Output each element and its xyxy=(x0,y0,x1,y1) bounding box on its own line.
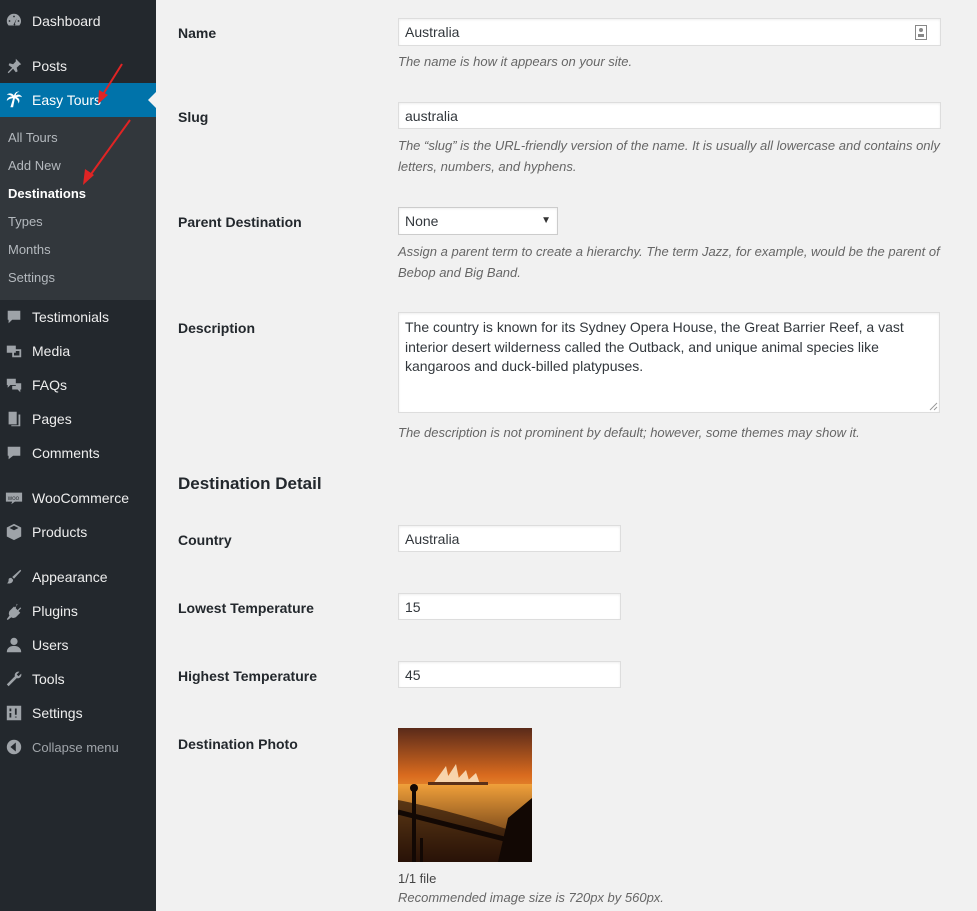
comments-icon xyxy=(5,444,23,462)
menu-label: Testimonials xyxy=(32,309,110,325)
destination-photo-thumbnail[interactable] xyxy=(398,728,532,862)
name-input-value: Australia xyxy=(405,24,460,40)
comment-icon xyxy=(5,308,23,326)
collapse-icon xyxy=(5,738,23,756)
destination-detail-heading: Destination Detail xyxy=(178,474,322,493)
slug-input-value: australia xyxy=(405,107,458,124)
menu-label: Posts xyxy=(32,58,68,74)
parent-destination-label: Parent Destination xyxy=(178,214,302,230)
menu-label: Pages xyxy=(32,411,72,427)
brush-icon xyxy=(5,568,23,586)
menu-testimonials[interactable]: Testimonials xyxy=(0,300,156,334)
slug-description-line-2: letters, numbers, and hyphens. xyxy=(398,159,577,174)
pin-icon xyxy=(5,57,23,75)
highest-temperature-input[interactable]: 45 xyxy=(398,661,621,688)
menu-label: Plugins xyxy=(32,603,78,619)
description-help: The description is not prominent by defa… xyxy=(398,425,860,440)
menu-plugins[interactable]: Plugins xyxy=(0,594,156,628)
parent-destination-select[interactable]: None ▼ xyxy=(398,207,558,235)
menu-media[interactable]: Media xyxy=(0,334,156,368)
collapse-menu-button[interactable]: Collapse menu xyxy=(0,730,156,764)
dropdown-arrow-icon: ▼ xyxy=(541,215,551,226)
menu-label: Products xyxy=(32,524,88,540)
menu-label: Dashboard xyxy=(32,13,101,29)
country-label: Country xyxy=(178,532,232,548)
lowest-temperature-value: 15 xyxy=(405,598,421,615)
annotation-arrow-icon xyxy=(83,119,131,185)
description-textarea-value: The country is known for its Sydney Oper… xyxy=(405,319,904,374)
highest-temperature-label: Highest Temperature xyxy=(178,668,317,684)
menu-users[interactable]: Users xyxy=(0,628,156,662)
parent-description-line-1: Assign a parent term to create a hierarc… xyxy=(398,244,940,259)
menu-label: Settings xyxy=(32,705,83,721)
settings-icon xyxy=(5,704,23,722)
menu-tools[interactable]: Tools xyxy=(0,662,156,696)
sydney-opera-house-sunset-image xyxy=(398,728,532,862)
parent-description-line-2: Bebop and Big Band. xyxy=(398,265,521,280)
country-input-value: Australia xyxy=(405,530,460,547)
palm-tree-icon xyxy=(5,91,23,109)
submenu-all-tours[interactable]: All Tours xyxy=(8,128,58,148)
menu-pages[interactable]: Pages xyxy=(0,402,156,436)
media-icon xyxy=(5,342,23,360)
name-label: Name xyxy=(178,25,217,41)
box-icon xyxy=(5,523,23,541)
name-description: The name is how it appears on your site. xyxy=(398,54,633,69)
menu-appearance[interactable]: Appearance xyxy=(0,560,156,594)
menu-label: Users xyxy=(32,637,69,653)
menu-label: WooCommerce xyxy=(32,490,129,506)
svg-text:WOO: WOO xyxy=(8,496,20,502)
menu-faqs[interactable]: FAQs xyxy=(0,368,156,402)
menu-easy-tours[interactable]: Easy Tours xyxy=(0,83,156,117)
parent-destination-value: None xyxy=(405,213,439,229)
user-icon xyxy=(5,636,23,654)
country-input[interactable]: Australia xyxy=(398,525,621,552)
description-textarea[interactable]: The country is known for its Sydney Oper… xyxy=(398,312,940,413)
dashboard-icon xyxy=(5,12,23,30)
slug-input[interactable]: australia xyxy=(398,102,941,129)
name-input[interactable]: Australia xyxy=(398,18,941,46)
pages-icon xyxy=(5,410,23,428)
contact-card-icon[interactable] xyxy=(915,25,927,40)
lowest-temperature-input[interactable]: 15 xyxy=(398,593,621,620)
menu-label: Media xyxy=(32,343,71,359)
resize-handle-icon[interactable] xyxy=(929,402,938,411)
menu-settings[interactable]: Settings xyxy=(0,696,156,730)
submenu-settings[interactable]: Settings xyxy=(8,268,55,288)
menu-label: Comments xyxy=(32,445,100,461)
menu-products[interactable]: Products xyxy=(0,515,156,549)
wrench-icon xyxy=(5,670,23,688)
menu-dashboard[interactable]: Dashboard xyxy=(0,4,156,38)
menu-comments[interactable]: Comments xyxy=(0,436,156,470)
destination-photo-label: Destination Photo xyxy=(178,736,298,752)
collapse-label: Collapse menu xyxy=(32,739,119,755)
file-count: 1/1 file xyxy=(398,871,437,886)
annotation-arrow-icon xyxy=(98,63,123,104)
lowest-temperature-label: Lowest Temperature xyxy=(178,600,314,616)
woocommerce-icon: WOO xyxy=(5,489,23,507)
slug-label: Slug xyxy=(178,109,209,125)
photo-size-hint: Recommended image size is 720px by 560px… xyxy=(398,890,664,905)
submenu-add-new[interactable]: Add New xyxy=(8,156,61,176)
submenu-types[interactable]: Types xyxy=(8,212,43,232)
menu-posts[interactable]: Posts xyxy=(0,49,156,83)
highest-temperature-value: 45 xyxy=(405,666,421,683)
faq-icon xyxy=(5,376,23,394)
description-label: Description xyxy=(178,320,256,336)
menu-label: FAQs xyxy=(32,377,68,393)
submenu-months[interactable]: Months xyxy=(8,240,51,260)
plug-icon xyxy=(5,602,23,620)
menu-label: Tools xyxy=(32,671,65,687)
menu-woocommerce[interactable]: WOO WooCommerce xyxy=(0,481,156,515)
slug-description-line-1: The “slug” is the URL-friendly version o… xyxy=(398,138,940,153)
menu-label: Appearance xyxy=(32,569,108,585)
